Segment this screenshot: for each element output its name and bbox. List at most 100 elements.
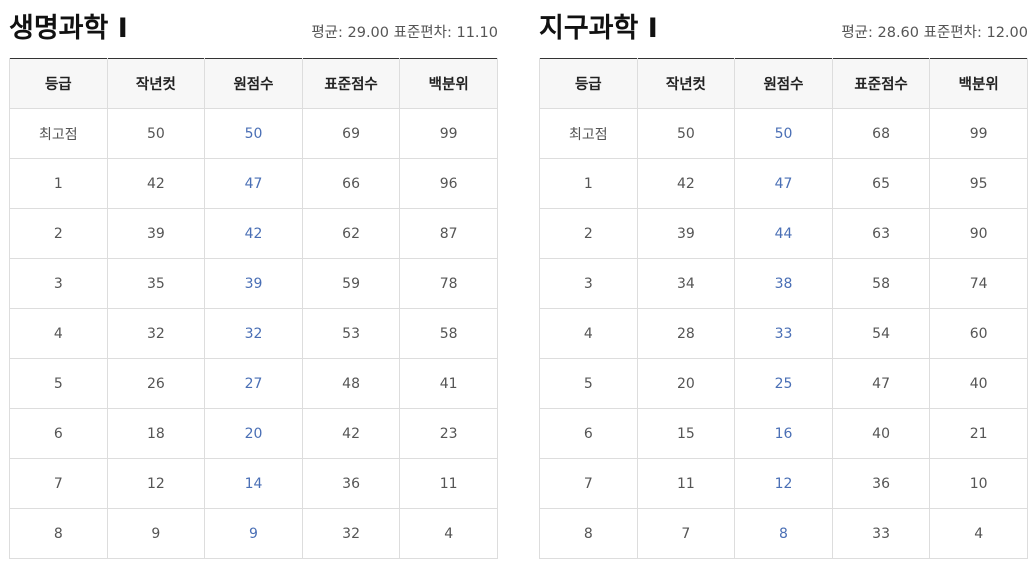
percentile-cell: 99 [399,108,498,159]
table-row: 7 11 12 36 10 [539,458,1028,509]
table-row: 1 42 47 65 95 [539,158,1028,209]
raw-score-cell: 39 [204,258,303,309]
standard-score-cell: 33 [831,508,931,559]
panel-stats: 평균: 28.60 표준편차: 12.00 [841,25,1028,41]
last-year-cut-cell: 28 [636,308,736,359]
table-row: 7 12 14 36 11 [9,458,498,509]
last-year-cut-cell: 42 [106,158,206,209]
table-row: 5 20 25 47 40 [539,358,1028,409]
raw-score-cell: 33 [734,308,833,359]
grade-cell: 3 [9,258,108,309]
panel-header: 생명과학 Ⅰ 평균: 29.00 표준편차: 11.10 [9,0,498,58]
raw-score-cell: 47 [204,158,303,209]
standard-score-cell: 63 [831,208,931,259]
score-table: 등급 작년컷 원점수 표준점수 백분위 최고점 50 50 68 99 1 42 47 65 95… [539,58,1028,559]
standard-score-cell: 58 [831,258,931,309]
raw-score-cell: 20 [204,408,303,459]
last-year-cut-cell: 12 [106,458,206,509]
grade-cell: 5 [539,358,638,409]
percentile-cell: 58 [399,308,498,359]
grade-cell: 1 [539,158,638,209]
table-row: 2 39 44 63 90 [539,208,1028,259]
grade-cell: 2 [539,208,638,259]
percentile-cell: 11 [399,458,498,509]
table-row: 3 34 38 58 74 [539,258,1028,309]
standard-score-cell: 66 [301,158,401,209]
column-header-last-year-cut: 작년컷 [106,58,206,109]
standard-score-cell: 62 [301,208,401,259]
table-header-row: 등급 작년컷 원점수 표준점수 백분위 [9,58,498,109]
table-row: 5 26 27 48 41 [9,358,498,409]
grade-cell: 6 [9,408,108,459]
column-header-percentile: 백분위 [399,58,498,109]
standard-score-cell: 32 [301,508,401,559]
last-year-cut-cell: 50 [106,108,206,159]
standard-score-cell: 42 [301,408,401,459]
panel-life-science: 생명과학 Ⅰ 평균: 29.00 표준편차: 11.10 등급 작년컷 원점수 … [9,0,498,559]
raw-score-cell: 14 [204,458,303,509]
panel-stats: 평균: 29.00 표준편차: 11.10 [311,25,498,41]
table-row: 6 15 16 40 21 [539,408,1028,459]
column-header-grade: 등급 [539,58,638,109]
column-header-last-year-cut: 작년컷 [636,58,736,109]
raw-score-cell: 8 [734,508,833,559]
percentile-cell: 90 [929,208,1028,259]
grade-cell: 2 [9,208,108,259]
last-year-cut-cell: 32 [106,308,206,359]
grade-cell: 최고점 [9,108,108,159]
last-year-cut-cell: 42 [636,158,736,209]
standard-score-cell: 59 [301,258,401,309]
raw-score-cell: 44 [734,208,833,259]
raw-score-cell: 50 [204,108,303,159]
standard-score-cell: 53 [301,308,401,359]
column-header-raw-score: 원점수 [204,58,303,109]
last-year-cut-cell: 34 [636,258,736,309]
panel-earth-science: 지구과학 Ⅰ 평균: 28.60 표준편차: 12.00 등급 작년컷 원점수 … [539,0,1028,559]
percentile-cell: 4 [399,508,498,559]
panel-title: 지구과학 Ⅰ [539,13,658,44]
standard-score-cell: 54 [831,308,931,359]
table-row: 1 42 47 66 96 [9,158,498,209]
standard-score-cell: 47 [831,358,931,409]
last-year-cut-cell: 35 [106,258,206,309]
standard-score-cell: 36 [831,458,931,509]
percentile-cell: 99 [929,108,1028,159]
raw-score-cell: 50 [734,108,833,159]
percentile-cell: 95 [929,158,1028,209]
last-year-cut-cell: 39 [106,208,206,259]
percentile-cell: 41 [399,358,498,409]
table-row: 최고점 50 50 69 99 [9,108,498,159]
column-header-grade: 등급 [9,58,108,109]
grade-cell: 7 [539,458,638,509]
grade-cell: 7 [9,458,108,509]
last-year-cut-cell: 15 [636,408,736,459]
grade-cell: 6 [539,408,638,459]
raw-score-cell: 16 [734,408,833,459]
table-header-row: 등급 작년컷 원점수 표준점수 백분위 [539,58,1028,109]
last-year-cut-cell: 26 [106,358,206,409]
standard-score-cell: 36 [301,458,401,509]
panel-title: 생명과학 Ⅰ [9,13,128,44]
last-year-cut-cell: 9 [106,508,206,559]
grade-cell: 8 [9,508,108,559]
raw-score-cell: 9 [204,508,303,559]
table-row: 6 18 20 42 23 [9,408,498,459]
grade-cell: 3 [539,258,638,309]
column-header-standard-score: 표준점수 [831,58,931,109]
column-header-raw-score: 원점수 [734,58,833,109]
raw-score-cell: 27 [204,358,303,409]
percentile-cell: 60 [929,308,1028,359]
score-table: 등급 작년컷 원점수 표준점수 백분위 최고점 50 50 69 99 1 42 47 66 96… [9,58,498,559]
table-row: 최고점 50 50 68 99 [539,108,1028,159]
last-year-cut-cell: 39 [636,208,736,259]
last-year-cut-cell: 18 [106,408,206,459]
table-row: 8 9 9 32 4 [9,508,498,559]
grade-cell: 5 [9,358,108,409]
column-header-percentile: 백분위 [929,58,1028,109]
table-row: 8 7 8 33 4 [539,508,1028,559]
table-row: 4 28 33 54 60 [539,308,1028,359]
percentile-cell: 78 [399,258,498,309]
percentile-cell: 21 [929,408,1028,459]
standard-score-cell: 48 [301,358,401,409]
grade-cell: 4 [539,308,638,359]
